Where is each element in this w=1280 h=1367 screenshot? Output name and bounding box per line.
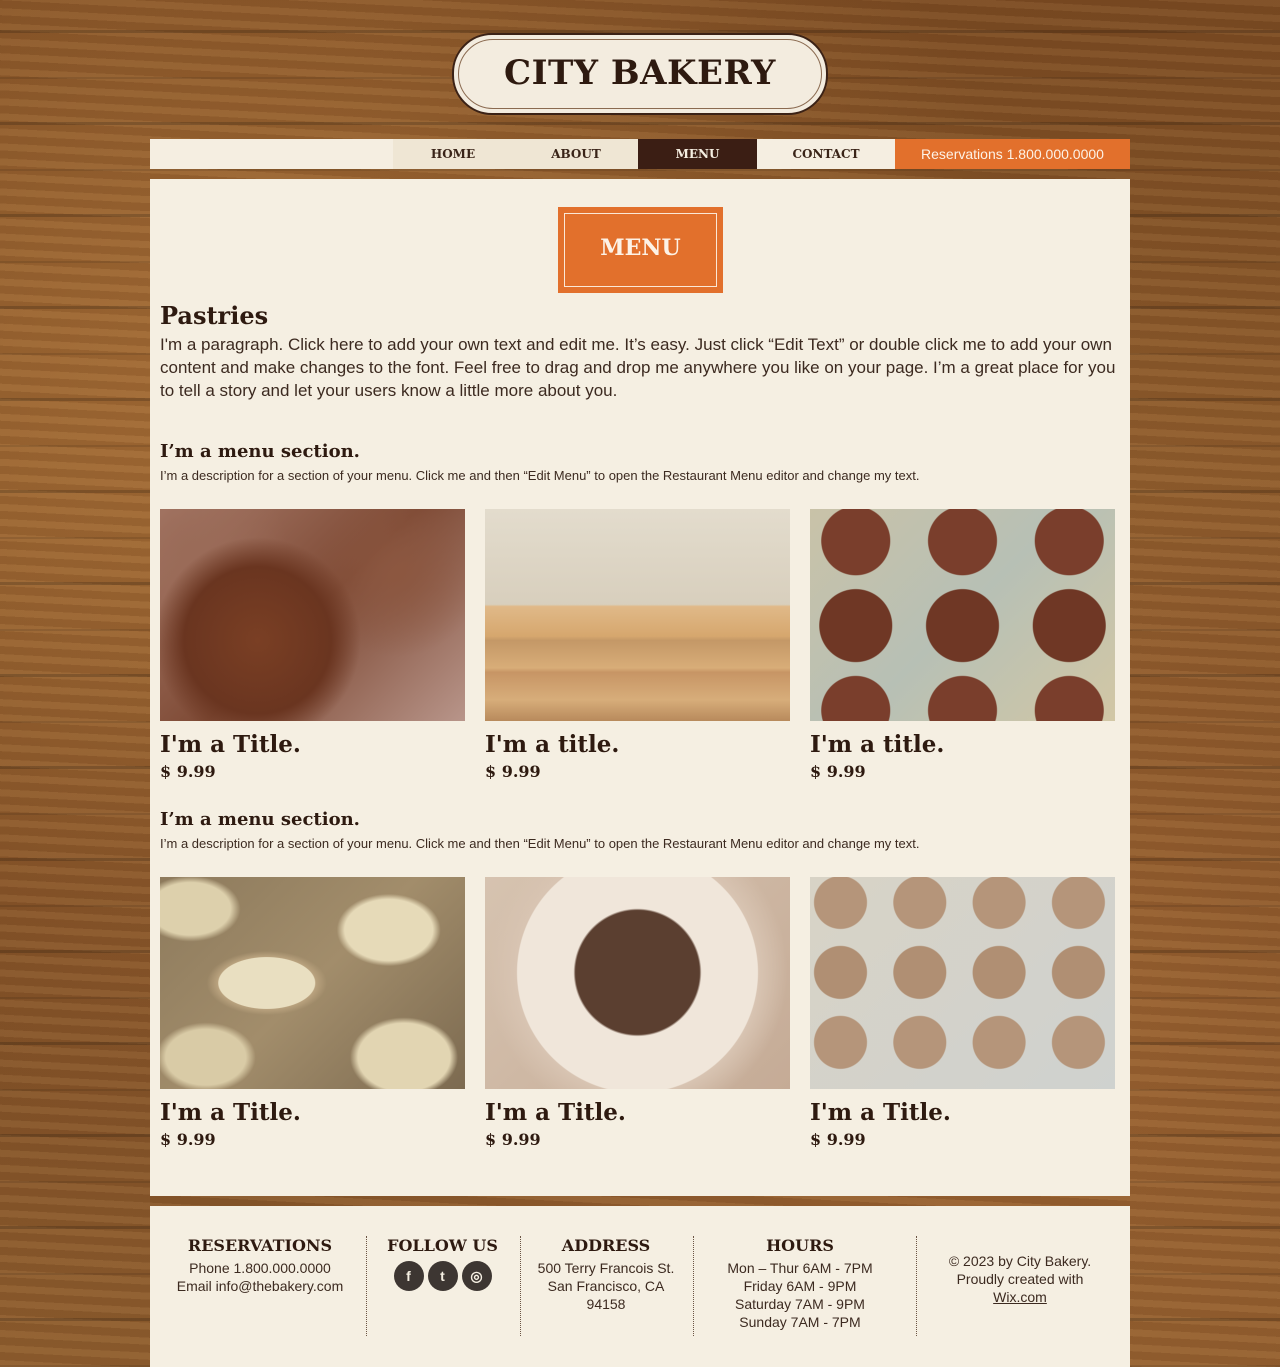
footer-hours: HOURS Mon – Thur 6AM - 7PM Friday 6AM - …	[710, 1236, 890, 1331]
menu-item[interactable]: I'm a Title. $ 9.99	[160, 509, 465, 781]
footer-hours-line: Sunday 7AM - 7PM	[739, 1314, 861, 1330]
chocolate-muffin-image	[160, 509, 465, 721]
footer-phone: Phone 1.800.000.0000	[189, 1260, 331, 1276]
menu-item[interactable]: I'm a Title. $ 9.99	[160, 877, 465, 1149]
wix-link[interactable]: Wix.com	[930, 1288, 1110, 1306]
menu-item-title: I'm a Title.	[160, 731, 301, 758]
footer-hours-line: Friday 6AM - 9PM	[743, 1278, 857, 1294]
page-title: Pastries	[160, 301, 269, 330]
menu-item-title: I'm a title.	[810, 731, 945, 758]
footer-email[interactable]: Email info@thebakery.com	[170, 1277, 350, 1295]
footer-hours-line: Mon – Thur 6AM - 7PM	[727, 1260, 873, 1276]
menu-item-title: I'm a Title.	[160, 1099, 301, 1126]
menu-item[interactable]: I'm a title. $ 9.99	[810, 509, 1115, 781]
menu-item-price: $ 9.99	[160, 762, 216, 781]
footer-address-line: 94158	[586, 1296, 626, 1312]
footer-address-line: San Francisco, CA	[547, 1278, 665, 1294]
menu-item-price: $ 9.99	[810, 1130, 866, 1149]
footer-divider	[366, 1236, 367, 1336]
nav-item-menu[interactable]: MENU	[638, 139, 757, 169]
nav-item-home[interactable]: HOME	[393, 139, 513, 169]
site-logo[interactable]: CITY BAKERY	[452, 33, 828, 115]
site-footer: RESERVATIONS Phone 1.800.000.0000 Email …	[150, 1206, 1130, 1367]
menu-item[interactable]: I'm a Title. $ 9.99	[485, 877, 790, 1149]
coconut-truffle-image	[485, 877, 790, 1089]
section-description: I’m a description for a section of your …	[160, 836, 920, 851]
main-content: MENU Pastries I'm a paragraph. Click her…	[150, 179, 1130, 1196]
nav-item-about[interactable]: ABOUT	[516, 139, 636, 169]
footer-follow: FOLLOW US f t ◎	[380, 1236, 505, 1291]
section-title: I’m a menu section.	[160, 441, 360, 462]
footer-divider	[520, 1236, 521, 1336]
footer-heading: FOLLOW US	[387, 1236, 498, 1255]
intro-paragraph: I'm a paragraph. Click here to add your …	[160, 335, 1116, 400]
footer-heading: HOURS	[766, 1236, 834, 1255]
ladyfinger-biscuits-image	[485, 509, 790, 721]
twitter-icon[interactable]: t	[427, 1261, 458, 1291]
section-description: I’m a description for a section of your …	[160, 468, 920, 483]
cookies-tray-image	[810, 877, 1115, 1089]
muffin-tray-image	[810, 509, 1115, 721]
footer-copyright: © 2023 by City Bakery. Proudly created w…	[930, 1252, 1110, 1306]
reservations-button[interactable]: Reservations 1.800.000.0000	[895, 139, 1130, 169]
credit-text: Proudly created with	[956, 1271, 1084, 1287]
menu-item[interactable]: I'm a Title. $ 9.99	[810, 877, 1115, 1149]
menu-badge-label: MENU	[600, 235, 681, 261]
menu-item-price: $ 9.99	[485, 762, 541, 781]
menu-badge: MENU	[558, 207, 723, 293]
footer-divider	[693, 1236, 694, 1336]
footer-address-line: 500 Terry Francois St.	[537, 1260, 675, 1276]
section-title: I’m a menu section.	[160, 809, 360, 830]
copyright-text: © 2023 by City Bakery.	[948, 1253, 1092, 1269]
footer-heading: ADDRESS	[561, 1236, 651, 1255]
menu-item[interactable]: I'm a title. $ 9.99	[485, 509, 790, 781]
menu-item-title: I'm a Title.	[485, 1099, 626, 1126]
footer-hours-line: Saturday 7AM - 9PM	[735, 1296, 865, 1312]
footer-address: ADDRESS 500 Terry Francois St. San Franc…	[530, 1236, 682, 1313]
menu-item-price: $ 9.99	[485, 1130, 541, 1149]
nav-item-contact[interactable]: CONTACT	[757, 139, 895, 169]
facebook-icon[interactable]: f	[393, 1261, 424, 1291]
footer-divider	[916, 1236, 917, 1336]
main-nav: HOME ABOUT MENU CONTACT Reservations 1.8…	[150, 139, 1130, 169]
menu-item-price: $ 9.99	[810, 762, 866, 781]
instagram-icon[interactable]: ◎	[461, 1261, 492, 1291]
menu-item-price: $ 9.99	[160, 1130, 216, 1149]
alfajores-image	[160, 877, 465, 1089]
menu-item-title: I'm a Title.	[810, 1099, 951, 1126]
footer-reservations: RESERVATIONS Phone 1.800.000.0000 Email …	[170, 1236, 350, 1295]
footer-heading: RESERVATIONS	[187, 1236, 333, 1255]
logo-text: CITY BAKERY	[504, 53, 776, 93]
menu-item-title: I'm a title.	[485, 731, 620, 758]
